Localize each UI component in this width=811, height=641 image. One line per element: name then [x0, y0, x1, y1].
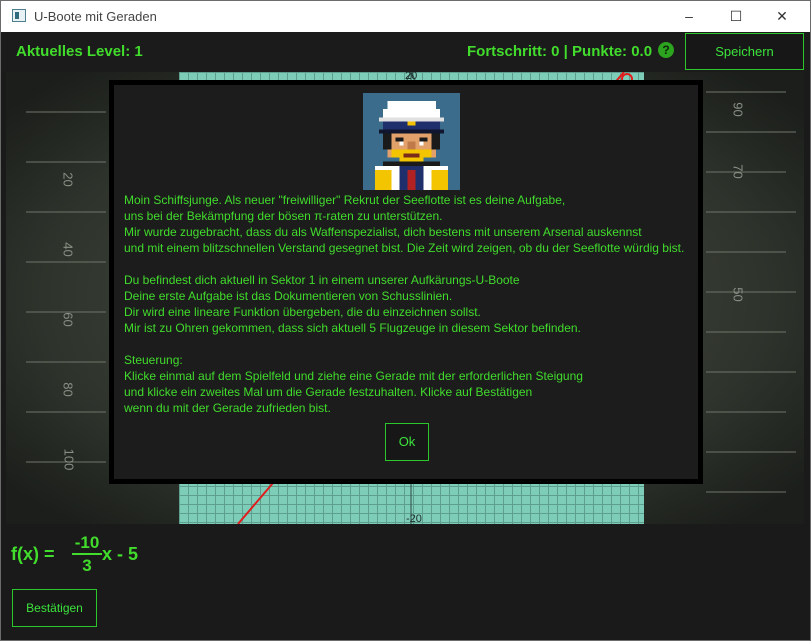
dialog-line: Mir wurde zugebracht, dass du als Waffen… [124, 225, 642, 239]
dialog-line: wenn du mit der Gerade zufrieden bist. [124, 401, 331, 415]
title-bar[interactable]: U-Boote mit Geraden – ☐ ✕ [1, 1, 810, 32]
periscope-scale-left-5: 100 [61, 448, 77, 471]
periscope-scale-left-2: 40 [60, 242, 76, 257]
periscope-scale-left-3: 60 [60, 312, 76, 327]
dialog-text: Moin Schiffsjunge. Als neuer "freiwillig… [124, 192, 694, 416]
close-button[interactable]: ✕ [759, 1, 805, 32]
question-mark-icon[interactable]: ? [658, 42, 674, 58]
formula-prefix: f(x) = [11, 544, 55, 564]
current-level: Aktuelles Level: 1 [16, 43, 143, 60]
fraction-bar [72, 553, 102, 555]
slope-denominator: 3 [82, 556, 92, 575]
app-window: U-Boote mit Geraden – ☐ ✕ Aktuelles Leve… [0, 0, 811, 641]
periscope-scale-right-2: 70 [730, 164, 746, 179]
dialog-line: Du befindest dich aktuell in Sektor 1 in… [124, 273, 520, 287]
dialog-line: Steuerung: [124, 353, 183, 367]
periscope-scale-left-1: 20 [60, 172, 76, 187]
periscope-scale-right-1: 90 [730, 102, 746, 117]
ok-button[interactable]: Ok [385, 423, 429, 461]
dialog-line: uns bei der Bekämpfung der bösen π-raten… [124, 209, 443, 223]
save-button[interactable]: Speichern [685, 33, 804, 70]
window-title: U-Boote mit Geraden [34, 9, 157, 24]
dialog-line: Mir ist zu Ohren gekommen, dass sich akt… [124, 321, 581, 335]
dialog-line: Deine erste Aufgabe ist das Dokumentiere… [124, 289, 453, 303]
dialog-line: und mit einem blitzschnellen Verstand ge… [124, 241, 685, 255]
dialog-line: Moin Schiffsjunge. Als neuer "freiwillig… [124, 193, 566, 207]
intro-dialog: Moin Schiffsjunge. Als neuer "freiwillig… [109, 80, 703, 484]
app-icon [12, 9, 26, 22]
maximize-button[interactable]: ☐ [713, 1, 759, 32]
dialog-line: und klicke ein zweites Mal um die Gerade… [124, 385, 533, 399]
minimize-button[interactable]: – [666, 1, 712, 32]
slope-numerator: -10 [74, 533, 100, 552]
dialog-line: Klicke einmal auf dem Spielfeld und zieh… [124, 369, 583, 383]
dialog-line: Dir wird eine lineare Funktion übergeben… [124, 305, 481, 319]
formula-suffix: x - 5 [102, 544, 139, 564]
slope-fraction: -10 3 [72, 533, 102, 576]
top-bar: Aktuelles Level: 1 Fortschritt: 0 | Punk… [1, 32, 810, 72]
confirm-button[interactable]: Bestätigen [12, 589, 97, 627]
captain-portrait [363, 93, 460, 190]
progress-score: Fortschritt: 0 | Punkte: 0.0 [467, 43, 653, 60]
bottom-panel: f(x) = -10 3 x - 5 Bestätigen [1, 524, 810, 640]
axis-label-bottom: -20 [406, 513, 422, 524]
periscope-scale-left-4: 80 [60, 382, 76, 397]
periscope-scale-right-3: 50 [730, 287, 746, 302]
